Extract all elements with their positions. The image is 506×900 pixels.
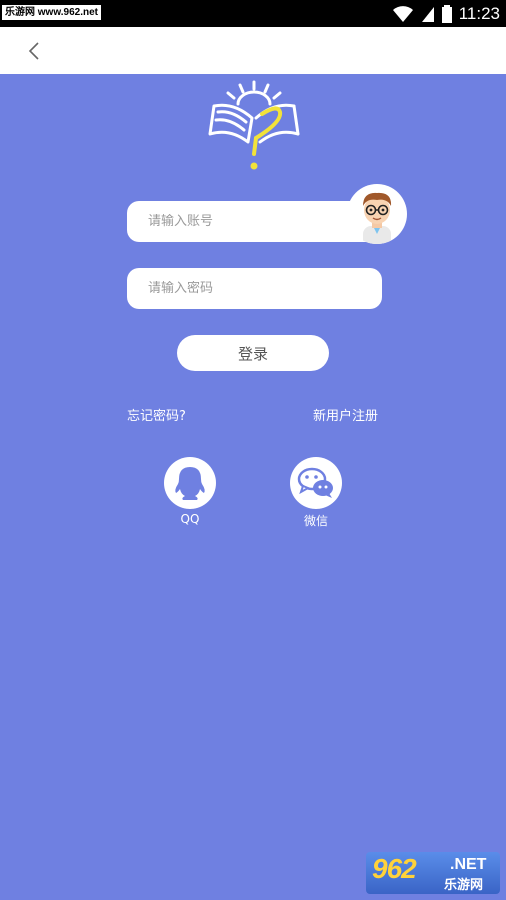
avatar [347,184,407,244]
status-icons: 11:23 [392,2,500,25]
nav-bar [0,27,506,74]
wifi-icon [392,5,413,22]
badge-net: .NET [450,856,487,873]
password-field[interactable] [127,268,382,309]
wechat-login: 微信 [290,457,342,529]
qq-login: QQ [164,457,216,526]
account-field[interactable] [127,201,382,242]
login-button[interactable]: 登录 [177,335,329,371]
status-bar: 乐游网 www.962.net 11:23 [0,0,506,27]
cartoon-avatar-icon [363,192,392,244]
badge-site-name: 乐游网 [444,877,484,892]
book-logo-icon [208,80,300,170]
password-input[interactable] [148,281,382,296]
clock: 11:23 [458,3,500,23]
signal-icon [421,6,434,22]
back-button[interactable] [20,37,48,65]
wechat-login-button[interactable] [290,457,342,509]
chevron-left-icon [28,42,39,60]
wechat-label: 微信 [303,514,328,528]
qq-login-button[interactable] [164,457,216,509]
qq-icon [175,467,205,500]
battery-icon [441,4,452,23]
wechat-icon [297,467,333,498]
badge-number: 962 [372,853,417,884]
site-watermark-badge: 962 .NET 乐游网 [366,852,500,894]
watermark-label: 乐游网 www.962.net [2,5,101,20]
register-link[interactable]: 新用户注册 [313,405,378,424]
qq-label: QQ [180,512,200,526]
forgot-password-link[interactable]: 忘记密码? [127,405,186,424]
